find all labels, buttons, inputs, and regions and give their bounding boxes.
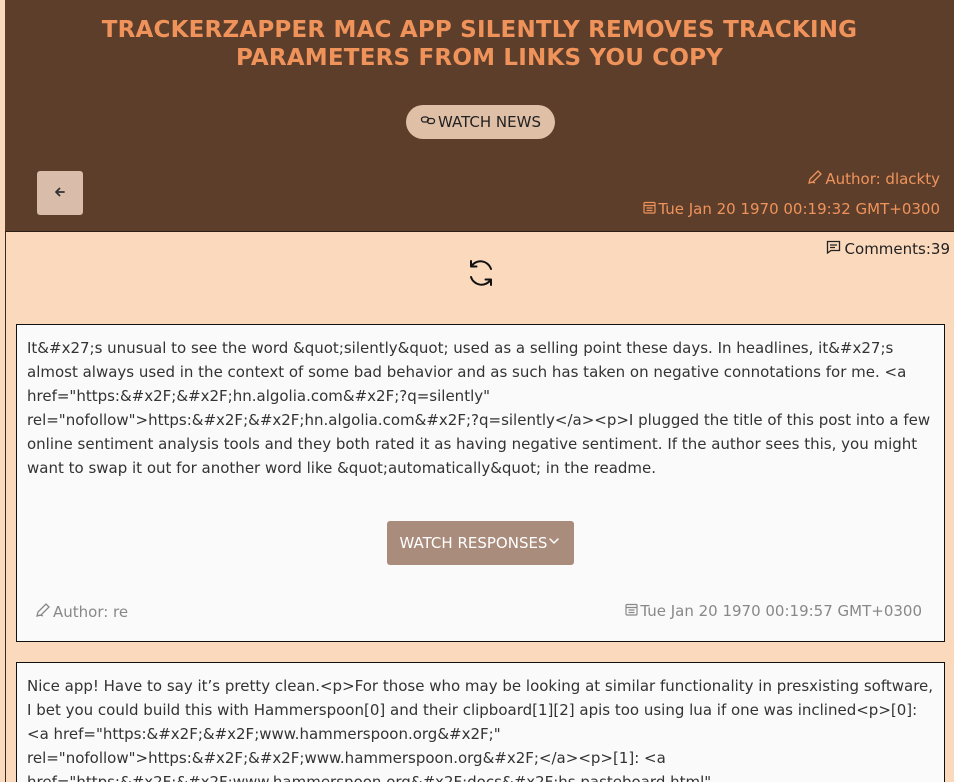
comment-author: Author: re bbox=[35, 602, 128, 622]
refresh-icon bbox=[465, 260, 497, 293]
comment-author-label: Author: re bbox=[53, 603, 129, 621]
comment-card: Nice app! Have to say it’s pretty clean.… bbox=[16, 662, 945, 782]
news-author-label: Author: dlackty bbox=[825, 170, 940, 188]
watch-news-button[interactable]: WATCH NEWS bbox=[406, 105, 555, 139]
calendar-icon bbox=[625, 602, 640, 620]
watch-responses-label: WATCH RESPONSES bbox=[399, 534, 548, 552]
chevron-down-icon bbox=[547, 534, 561, 552]
watch-responses-button[interactable]: WATCH RESPONSES bbox=[387, 521, 574, 565]
arrow-left-icon bbox=[53, 184, 67, 203]
comment-card: It&#x27;s unusual to see the word &quot;… bbox=[16, 324, 945, 642]
news-author: Author: dlackty bbox=[807, 169, 940, 189]
watch-news-label: WATCH NEWS bbox=[438, 113, 541, 131]
pen-icon bbox=[807, 169, 825, 189]
news-date-label: Tue Jan 20 1970 00:19:32 GMT+0300 bbox=[658, 200, 940, 218]
pen-icon bbox=[35, 602, 53, 622]
news-header: TRACKERZAPPER MAC APP SILENTLY REMOVES T… bbox=[5, 0, 954, 232]
comments-count-label: Comments:39 bbox=[844, 240, 950, 258]
comments-count: Comments:39 bbox=[826, 240, 950, 258]
back-button[interactable] bbox=[37, 171, 83, 215]
comment-date: Tue Jan 20 1970 00:19:57 GMT+0300 bbox=[625, 602, 922, 620]
content-divider bbox=[5, 232, 6, 782]
comment-text: Nice app! Have to say it’s pretty clean.… bbox=[27, 677, 934, 782]
news-title: TRACKERZAPPER MAC APP SILENTLY REMOVES T… bbox=[101, 17, 858, 71]
refresh-button[interactable] bbox=[465, 257, 497, 293]
calendar-icon bbox=[643, 200, 658, 218]
comment-date-label: Tue Jan 20 1970 00:19:57 GMT+0300 bbox=[640, 602, 922, 620]
link-icon bbox=[420, 112, 438, 132]
news-date: Tue Jan 20 1970 00:19:32 GMT+0300 bbox=[643, 200, 940, 218]
comment-icon bbox=[826, 240, 845, 258]
comment-text: It&#x27;s unusual to see the word &quot;… bbox=[27, 339, 931, 477]
